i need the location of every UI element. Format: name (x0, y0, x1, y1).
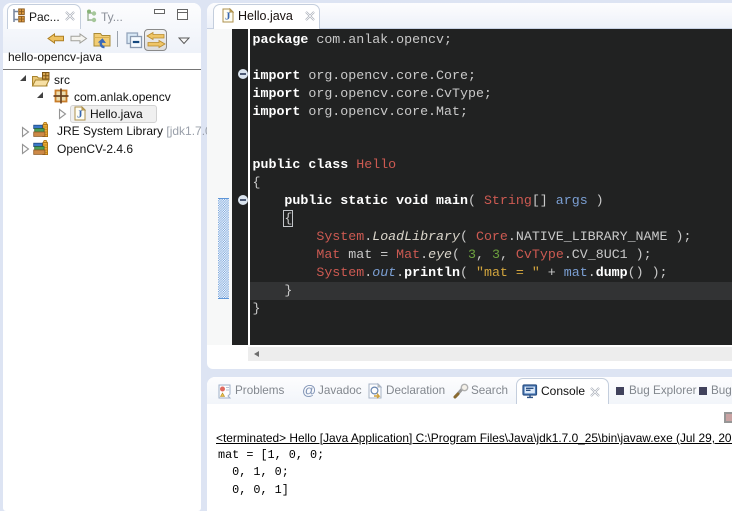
svg-text:J: J (225, 11, 231, 23)
svg-text:J: J (77, 109, 83, 121)
